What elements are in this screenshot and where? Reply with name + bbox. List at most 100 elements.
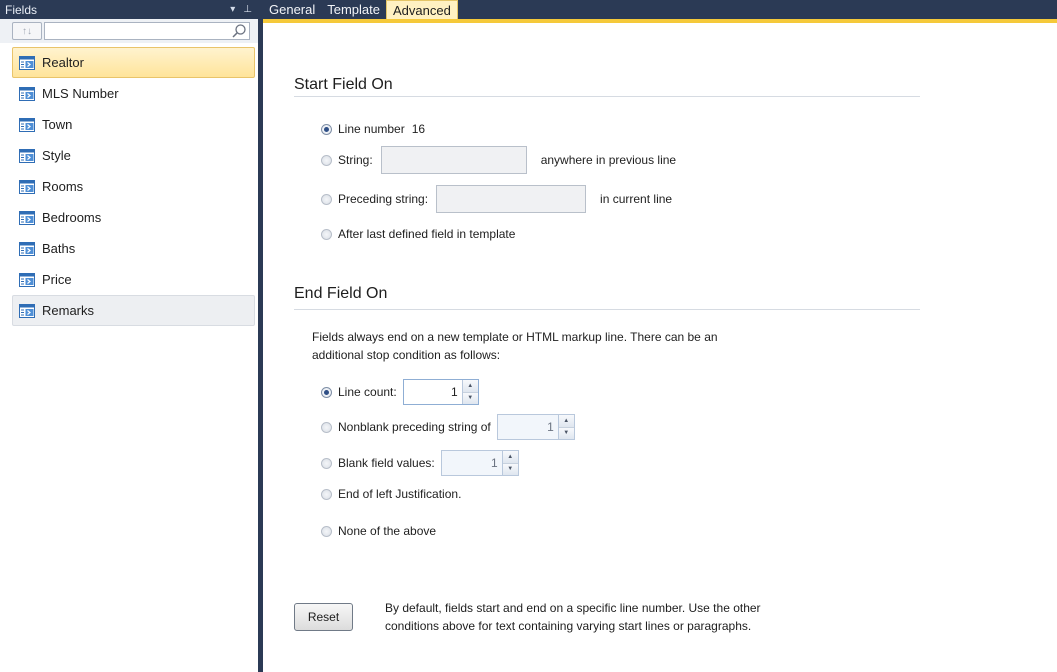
field-icon xyxy=(19,241,35,256)
field-icon xyxy=(19,148,35,163)
radio-line-count[interactable] xyxy=(321,386,332,398)
spin-down-icon[interactable]: ▼ xyxy=(558,427,574,439)
option-nonblank-preceding[interactable]: Nonblank preceding string of 1 ▲ ▼ xyxy=(321,414,575,440)
field-icon xyxy=(19,117,35,132)
tab-general[interactable]: General xyxy=(263,0,321,19)
field-icon xyxy=(19,55,35,70)
field-item-remarks[interactable]: Remarks xyxy=(12,295,255,326)
after-last-field-label: After last defined field in template xyxy=(338,227,516,241)
field-icon xyxy=(19,303,35,318)
end-description: Fields always end on a new template or H… xyxy=(312,328,872,364)
field-item-town[interactable]: Town xyxy=(12,109,255,140)
section-divider xyxy=(294,309,920,310)
field-item-rooms[interactable]: Rooms xyxy=(12,171,255,202)
none-of-above-label: None of the above xyxy=(338,524,437,538)
option-line-count[interactable]: Line count: 1 ▲ ▼ xyxy=(321,379,479,405)
spin-up-icon[interactable]: ▲ xyxy=(502,451,518,464)
reset-button[interactable]: Reset xyxy=(294,603,353,631)
radio-after-last-field[interactable] xyxy=(321,228,332,240)
fields-panel-title: Fields xyxy=(5,2,38,17)
fields-panel-header: Fields ▾ ⊥ xyxy=(0,0,258,19)
line-count-stepper[interactable]: 1 ▲ ▼ xyxy=(402,379,479,405)
option-preceding-string[interactable]: Preceding string: in current line xyxy=(321,185,672,213)
field-item-label: Town xyxy=(42,117,73,132)
field-item-label: Remarks xyxy=(42,303,95,318)
line-count-value[interactable]: 1 xyxy=(404,385,462,399)
spin-up-icon[interactable]: ▲ xyxy=(462,380,478,393)
panel-dropdown-icon[interactable]: ▾ xyxy=(230,4,235,15)
field-icon xyxy=(19,210,35,225)
field-item-label: Rooms xyxy=(42,179,84,194)
fields-toolbar: ↑↓ xyxy=(0,19,258,43)
end-field-on-title: End Field On xyxy=(294,285,388,302)
option-end-left-justification[interactable]: End of left Justification. xyxy=(321,487,461,501)
option-after-last-field[interactable]: After last defined field in template xyxy=(321,227,515,241)
tab-underline xyxy=(263,19,1057,34)
reset-button-label: Reset xyxy=(307,610,340,624)
option-blank-field-values[interactable]: Blank field values: 1 ▲ ▼ xyxy=(321,450,519,476)
field-item-label: Bedrooms xyxy=(42,210,102,225)
radio-line-number[interactable] xyxy=(321,123,332,135)
sort-icon: ↑↓ xyxy=(22,25,32,37)
spin-down-icon[interactable]: ▼ xyxy=(502,463,518,475)
section-divider xyxy=(294,96,920,97)
blank-values-value[interactable]: 1 xyxy=(442,456,502,470)
radio-string[interactable] xyxy=(321,154,332,166)
reset-note-line1: By default, fields start and end on a sp… xyxy=(385,601,761,615)
pin-icon[interactable]: ⊥ xyxy=(243,4,252,15)
line-number-value: 16 xyxy=(411,122,426,136)
tab-template[interactable]: Template xyxy=(321,0,386,19)
search-input[interactable] xyxy=(45,23,223,39)
end-left-justification-label: End of left Justification. xyxy=(338,487,462,501)
field-item-label: Style xyxy=(42,148,71,163)
fields-panel: Fields ▾ ⊥ ↑↓ Realtor MLS Number Town Style… xyxy=(0,0,263,672)
nonblank-stepper[interactable]: 1 ▲ ▼ xyxy=(496,414,575,440)
radio-end-left-justification[interactable] xyxy=(321,488,332,500)
radio-preceding-string[interactable] xyxy=(321,193,332,205)
string-input[interactable] xyxy=(380,146,527,174)
end-description-line2: additional stop condition as follows: xyxy=(312,348,501,362)
radio-none-of-above[interactable] xyxy=(321,525,332,537)
option-string[interactable]: String: anywhere in previous line xyxy=(321,146,676,174)
nonblank-preceding-label: Nonblank preceding string of xyxy=(338,420,491,434)
tab-bar: General Template Advanced xyxy=(263,0,1057,34)
field-item-label: Price xyxy=(42,272,72,287)
option-none-of-above[interactable]: None of the above xyxy=(321,524,436,538)
string-suffix: anywhere in previous line xyxy=(540,153,677,167)
field-item-label: Baths xyxy=(42,241,76,256)
field-item-style[interactable]: Style xyxy=(12,140,255,171)
field-item-mls-number[interactable]: MLS Number xyxy=(12,78,255,109)
radio-nonblank-preceding[interactable] xyxy=(321,421,332,433)
search-icon[interactable] xyxy=(231,23,247,39)
field-item-baths[interactable]: Baths xyxy=(12,233,255,264)
line-count-label: Line count: xyxy=(338,385,397,399)
preceding-string-suffix: in current line xyxy=(600,192,673,206)
reset-note-line2: conditions above for text containing var… xyxy=(385,619,752,633)
nonblank-value[interactable]: 1 xyxy=(498,420,558,434)
field-item-bedrooms[interactable]: Bedrooms xyxy=(12,202,255,233)
preceding-string-input[interactable] xyxy=(436,185,587,213)
start-field-on-title: Start Field On xyxy=(294,76,393,93)
line-number-label: Line number xyxy=(338,122,405,136)
field-item-realtor[interactable]: Realtor xyxy=(12,47,255,78)
advanced-tab-content: Start Field On Line number 16 String: an… xyxy=(263,34,1057,672)
blank-field-values-label: Blank field values: xyxy=(338,456,435,470)
blank-values-stepper[interactable]: 1 ▲ ▼ xyxy=(440,450,519,476)
field-icon xyxy=(19,179,35,194)
radio-blank-field-values[interactable] xyxy=(321,457,332,469)
tab-advanced[interactable]: Advanced xyxy=(386,0,458,19)
field-item-price[interactable]: Price xyxy=(12,264,255,295)
string-label: String: xyxy=(338,153,373,167)
end-description-line1: Fields always end on a new template or H… xyxy=(312,330,718,344)
preceding-string-label: Preceding string: xyxy=(338,192,429,206)
spin-down-icon[interactable]: ▼ xyxy=(462,392,478,404)
reset-note: By default, fields start and end on a sp… xyxy=(385,599,905,635)
field-item-label: Realtor xyxy=(42,55,84,70)
option-line-number[interactable]: Line number 16 xyxy=(321,122,425,136)
spin-up-icon[interactable]: ▲ xyxy=(558,415,574,428)
sort-button[interactable]: ↑↓ xyxy=(12,22,42,40)
field-icon xyxy=(19,86,35,101)
field-item-label: MLS Number xyxy=(42,86,119,101)
search-box[interactable] xyxy=(44,22,250,40)
field-list: Realtor MLS Number Town Style Rooms Bedrooms B… xyxy=(0,43,258,326)
